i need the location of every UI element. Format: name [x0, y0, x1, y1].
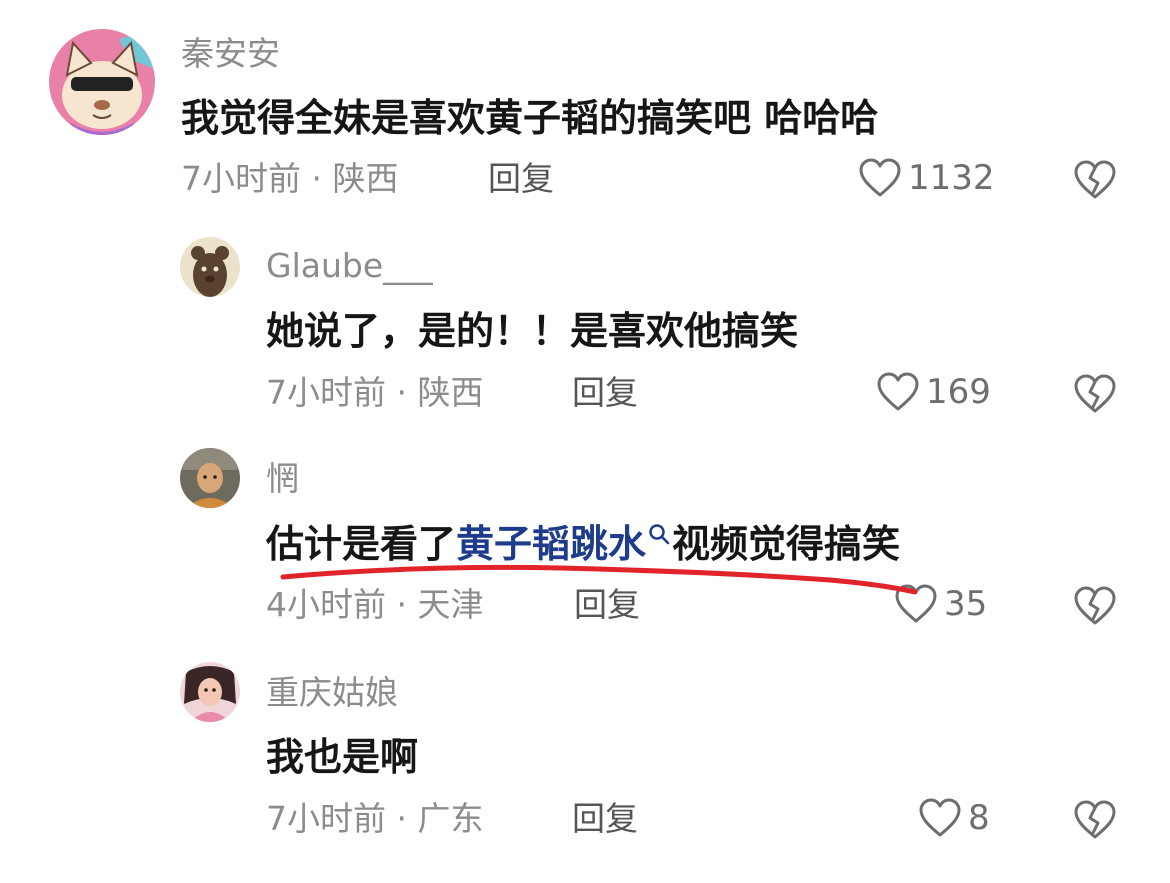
heart-outline-icon	[859, 158, 901, 197]
comment-time-location: 7小时前 · 陕西	[181, 159, 399, 198]
comment-text: 她说了，是的！！是喜欢他搞笑	[266, 309, 799, 353]
search-link-label: 黄子韬跳水	[456, 522, 647, 566]
avatar[interactable]	[49, 29, 155, 135]
broken-heart-icon	[1074, 374, 1116, 413]
reply-button[interactable]: 回复	[488, 162, 554, 195]
reply-item: 惘 估计是看了黄子韬跳水 视频觉得搞笑 4小时前 · 天津 回复 35	[0, 430, 1170, 650]
dislike-button[interactable]	[1073, 374, 1117, 414]
reply-button[interactable]: 回复	[572, 376, 638, 409]
username[interactable]: 重庆姑娘	[266, 676, 398, 709]
broken-heart-icon	[1074, 160, 1116, 199]
like-button[interactable]: 1132	[858, 158, 995, 198]
reply-item: Glaube___ 她说了，是的！！是喜欢他搞笑 7小时前 · 陕西 回复 16…	[0, 220, 1170, 430]
heart-outline-icon	[877, 372, 919, 411]
username[interactable]: Glaube___	[266, 249, 433, 282]
comment-text-before: 估计是看了	[266, 522, 457, 566]
dislike-button[interactable]	[1073, 160, 1117, 200]
avatar[interactable]	[180, 237, 240, 297]
comment-text-after: 视频觉得搞笑	[672, 522, 901, 566]
dislike-button[interactable]	[1073, 800, 1117, 840]
username[interactable]: 秦安安	[181, 37, 280, 70]
search-icon	[649, 524, 670, 545]
comment-text: 我也是啊	[266, 735, 419, 779]
username[interactable]: 惘	[266, 462, 299, 495]
search-link[interactable]: 黄子韬跳水	[456, 522, 672, 566]
heart-outline-icon	[895, 584, 937, 623]
like-count: 1132	[908, 158, 995, 198]
comment-time-location: 4小时前 · 天津	[266, 585, 484, 624]
reply-button[interactable]: 回复	[574, 588, 640, 621]
like-count: 169	[926, 372, 991, 412]
broken-heart-icon	[1074, 586, 1116, 625]
like-count: 8	[968, 798, 990, 838]
comment-text: 估计是看了黄子韬跳水 视频觉得搞笑	[266, 522, 901, 566]
reply-button[interactable]: 回复	[572, 802, 638, 835]
broken-heart-icon	[1074, 800, 1116, 839]
comment-item: 秦安安 我觉得全妹是喜欢黄子韬的搞笑吧 哈哈哈 7小时前 · 陕西 回复 113…	[0, 0, 1170, 220]
avatar[interactable]	[180, 662, 240, 722]
comment-time-location: 7小时前 · 广东	[266, 799, 484, 838]
comment-time-location: 7小时前 · 陕西	[266, 373, 484, 412]
like-button[interactable]: 8	[918, 798, 990, 838]
like-button[interactable]: 169	[876, 372, 991, 412]
dislike-button[interactable]	[1073, 586, 1117, 626]
comment-text: 我觉得全妹是喜欢黄子韬的搞笑吧 哈哈哈	[181, 96, 879, 140]
like-count: 35	[944, 584, 988, 624]
avatar[interactable]	[180, 448, 240, 508]
like-button[interactable]: 35	[894, 584, 987, 624]
reply-item: 重庆姑娘 我也是啊 7小时前 · 广东 回复 8	[0, 650, 1170, 883]
heart-outline-icon	[919, 798, 961, 837]
